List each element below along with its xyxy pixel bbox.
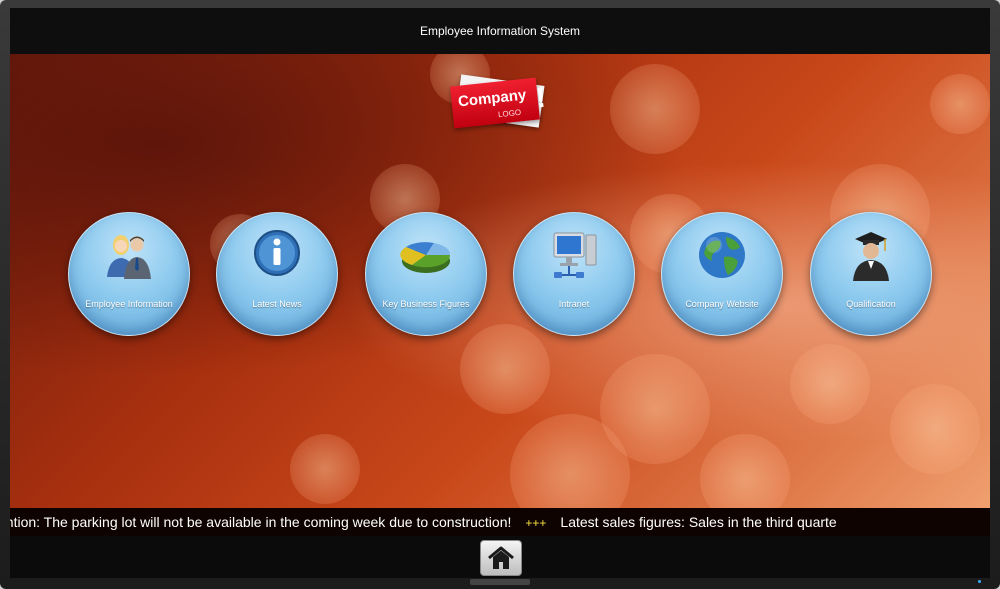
tile-label: Company Website bbox=[685, 299, 759, 309]
tile-label: Employee Information bbox=[85, 299, 173, 309]
home-button[interactable] bbox=[480, 540, 522, 576]
title-bar: Employee Information System bbox=[10, 8, 990, 54]
tile-label: Intranet bbox=[558, 299, 590, 309]
window-title: Employee Information System bbox=[419, 24, 581, 38]
computer-network-icon bbox=[553, 232, 597, 278]
monitor-brand-mark bbox=[470, 579, 530, 585]
tile-intranet[interactable]: Intranet bbox=[513, 212, 635, 336]
background-bokeh bbox=[700, 434, 790, 508]
background-bokeh bbox=[790, 344, 870, 424]
logo-exclamation: ! bbox=[534, 81, 547, 114]
tile-key-business-figures[interactable]: Key Business Figures bbox=[365, 212, 487, 336]
tile-label: Key Business Figures bbox=[382, 299, 470, 309]
ticker-message: Latest sales figures: Sales in the third… bbox=[560, 514, 837, 530]
news-ticker: ention: The parking lot will not be avai… bbox=[10, 508, 990, 536]
background-bokeh bbox=[290, 434, 360, 504]
tile-label: Qualification bbox=[846, 299, 896, 309]
bottom-bar bbox=[10, 536, 990, 578]
tile-label: Latest News bbox=[252, 299, 302, 309]
ticker-separator: +++ bbox=[525, 516, 547, 530]
ticker-message: ention: The parking lot will not be avai… bbox=[10, 514, 512, 530]
ticker-track: ention: The parking lot will not be avai… bbox=[10, 508, 837, 536]
screen: Employee Information System Company LOGO… bbox=[10, 8, 990, 578]
background-bokeh bbox=[890, 384, 980, 474]
tile-employee-information[interactable]: Employee Information bbox=[68, 212, 190, 336]
power-led bbox=[978, 580, 981, 583]
background-bokeh bbox=[460, 324, 550, 414]
info-icon bbox=[254, 230, 300, 276]
home-icon bbox=[488, 546, 514, 569]
tile-company-website[interactable]: Company Website bbox=[661, 212, 783, 336]
main-area: Company LOGO ! Employee Information Late… bbox=[10, 54, 990, 508]
tile-qualification[interactable]: Qualification bbox=[810, 212, 932, 336]
tile-latest-news[interactable]: Latest News bbox=[216, 212, 338, 336]
pie-chart-icon bbox=[400, 242, 451, 273]
background-bokeh bbox=[610, 64, 700, 154]
people-icon bbox=[107, 235, 151, 279]
globe-icon bbox=[699, 232, 745, 278]
background-bokeh bbox=[930, 74, 990, 134]
graduate-icon bbox=[853, 232, 889, 281]
monitor-frame: Employee Information System Company LOGO… bbox=[0, 0, 1000, 589]
company-logo: Company LOGO ! bbox=[450, 74, 550, 134]
